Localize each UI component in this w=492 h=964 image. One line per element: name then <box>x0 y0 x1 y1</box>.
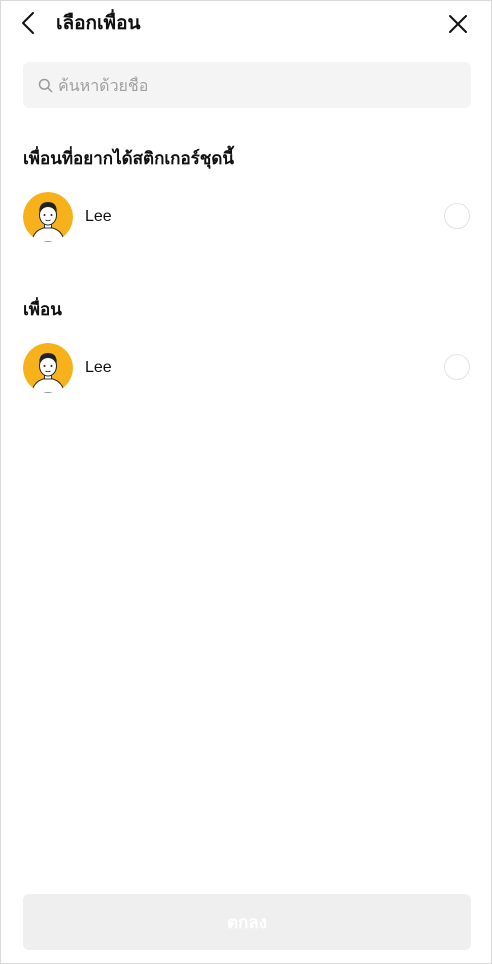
search-bar[interactable] <box>23 62 471 108</box>
friend-row[interactable]: Lee <box>1 190 491 244</box>
friend-name: Lee <box>85 208 112 225</box>
chevron-left-icon <box>22 12 34 34</box>
search-icon <box>37 77 53 93</box>
search-input[interactable] <box>58 75 458 95</box>
select-friends-screen: เลือกเพื่อน เพื่อนที่อยากได้สติกเกอร์ชุด… <box>0 0 492 964</box>
section-title-friends: เพื่อน <box>23 300 62 320</box>
select-radio[interactable] <box>444 203 470 229</box>
friend-row[interactable]: Lee <box>1 341 491 395</box>
back-button[interactable] <box>15 9 41 37</box>
avatar <box>23 343 73 393</box>
select-radio[interactable] <box>444 354 470 380</box>
section-title-wishlist-friends: เพื่อนที่อยากได้สติกเกอร์ชุดนี้ <box>23 149 235 169</box>
friend-name: Lee <box>85 359 112 376</box>
close-icon <box>449 15 467 33</box>
confirm-button[interactable]: ตกลง <box>23 894 471 950</box>
page-title: เลือกเพื่อน <box>56 12 141 34</box>
avatar <box>23 192 73 242</box>
header: เลือกเพื่อน <box>1 1 491 47</box>
close-button[interactable] <box>445 11 471 37</box>
